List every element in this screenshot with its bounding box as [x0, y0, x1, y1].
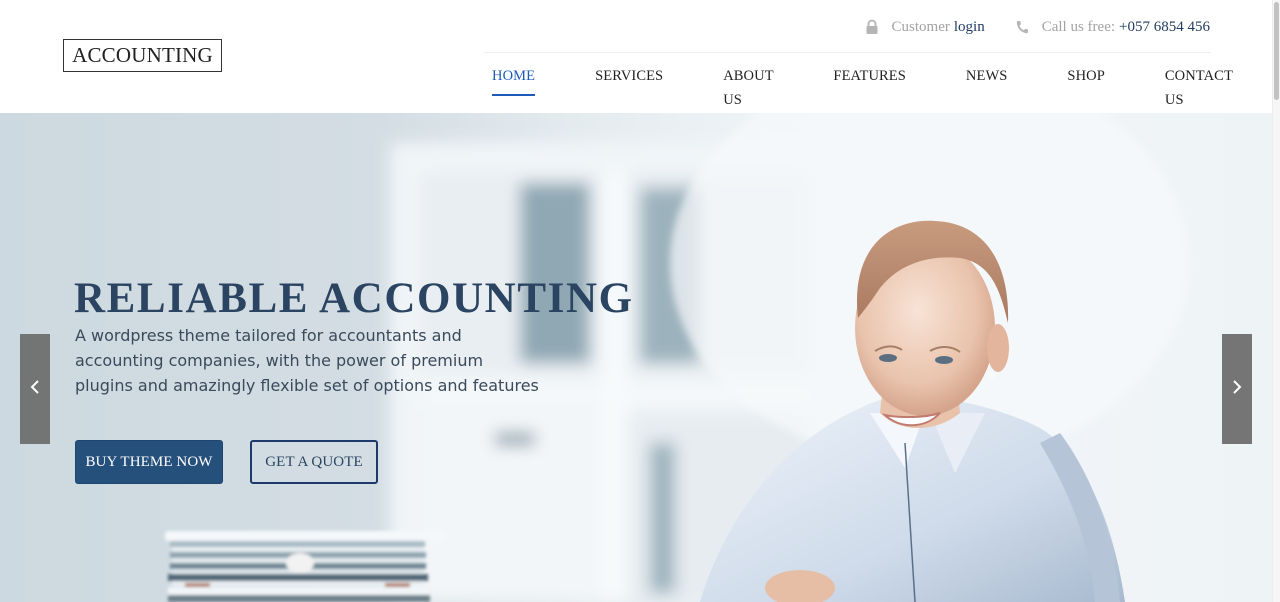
nav-item-about-us[interactable]: ABOUT US [715, 64, 781, 108]
site-header: ACCOUNTING Customer login Call us free: … [0, 0, 1280, 113]
buy-theme-now-button[interactable]: BUY THEME NOW [75, 440, 223, 484]
hero-slider: RELIABLE ACCOUNTING A wordpress theme ta… [0, 113, 1272, 602]
hero-person-image [670, 113, 1190, 602]
page-scrollbar[interactable] [1272, 0, 1280, 602]
scrollbar-thumb[interactable] [1274, 2, 1279, 100]
topbar: Customer login Call us free: +057 6854 4… [865, 17, 1210, 37]
customer-login: Customer login [865, 19, 985, 36]
nav-item-shop[interactable]: SHOP [1059, 64, 1112, 88]
slider-prev-button[interactable] [20, 334, 50, 444]
hero-subtitle: A wordpress theme tailored for accountan… [75, 326, 539, 395]
nav-item-home[interactable]: HOME [484, 64, 543, 96]
lock-icon [865, 19, 879, 35]
phone-icon [1015, 19, 1029, 35]
phone-number[interactable]: +057 6854 456 [1119, 19, 1210, 36]
get-a-quote-button[interactable]: GET A QUOTE [250, 440, 378, 484]
phone-label: Call us free: [1041, 18, 1116, 35]
nav-item-features[interactable]: FEATURES [825, 64, 914, 88]
nav-item-contact-us[interactable]: CONTACT US [1157, 64, 1241, 108]
chevron-left-icon [30, 379, 40, 400]
login-link[interactable]: login [954, 19, 985, 36]
customer-label: Customer [891, 18, 950, 35]
nav-item-news[interactable]: NEWS [958, 64, 1015, 88]
slider-next-button[interactable] [1222, 334, 1252, 444]
header-divider [484, 52, 1211, 53]
main-nav: HOME SERVICES ABOUT US FEATURES NEWS SHO… [484, 62, 1280, 108]
site-logo[interactable]: ACCOUNTING [63, 39, 222, 72]
chevron-right-icon [1232, 379, 1242, 400]
hero-title: RELIABLE ACCOUNTING [74, 275, 634, 322]
nav-item-services[interactable]: SERVICES [587, 64, 671, 88]
phone-info: Call us free: +057 6854 456 [1015, 19, 1210, 36]
paper-stack [165, 531, 445, 602]
